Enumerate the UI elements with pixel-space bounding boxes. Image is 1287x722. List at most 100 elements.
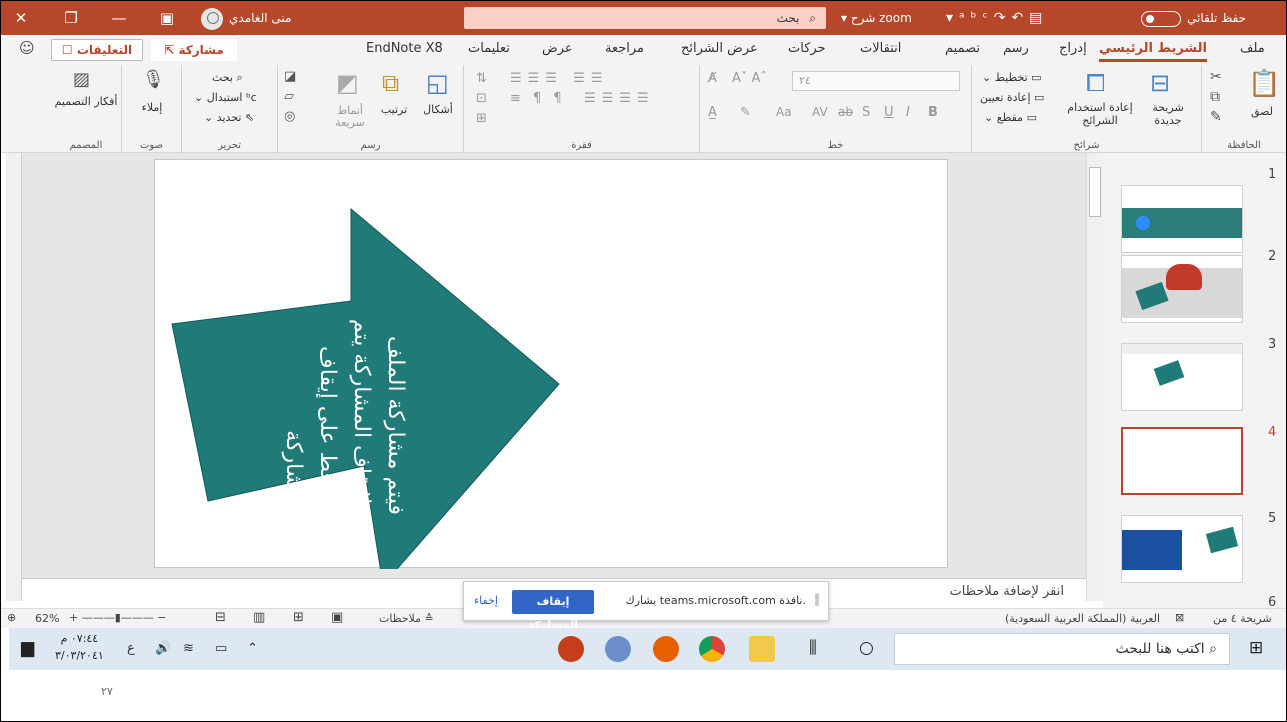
ribbon-display-icon[interactable]: ▣ xyxy=(149,1,185,35)
shapes-label[interactable]: أشكال xyxy=(416,103,460,116)
customize-qat-icon[interactable]: ▾ xyxy=(946,10,959,26)
quick-styles-icon[interactable]: ◩ xyxy=(336,69,359,97)
task-view-icon[interactable]: ⫼ xyxy=(809,638,817,658)
alignment-buttons[interactable]: ☰☰☰☰ xyxy=(584,91,655,106)
slide-sorter-icon[interactable]: ⊞ xyxy=(293,610,304,625)
spacing-button[interactable]: AV xyxy=(812,105,828,119)
reuse-slides-label[interactable]: إعادة استخدام الشرائح xyxy=(1064,101,1136,127)
save-icon[interactable]: ▤ xyxy=(1029,10,1048,26)
notification-icon[interactable]: ▆ xyxy=(21,638,34,658)
fit-slide-icon[interactable]: ⊕ xyxy=(7,611,16,624)
input-language[interactable]: ع xyxy=(127,641,135,656)
clear-format-icon[interactable]: A̸ xyxy=(708,71,717,86)
feedback-smiley-icon[interactable]: ☺ xyxy=(19,39,35,57)
highlight-icon[interactable]: ✎ xyxy=(740,105,751,120)
design-ideas-label[interactable]: أفكار التصميم xyxy=(51,95,121,108)
tab-view[interactable]: عرض xyxy=(542,41,573,56)
notes-button[interactable]: ملاحظات ≙ xyxy=(379,612,434,625)
copy-icon[interactable]: ⧉ xyxy=(1210,89,1220,105)
layout-button[interactable]: ⌄ تخطيط ▭ xyxy=(982,71,1042,84)
restore-icon[interactable]: ❐ xyxy=(53,1,89,35)
wifi-icon[interactable]: ≋ xyxy=(183,641,194,656)
tab-slideshow[interactable]: عرض الشرائح xyxy=(681,41,758,56)
italic-button[interactable]: I xyxy=(906,105,910,120)
accessibility-icon[interactable]: ⊠ xyxy=(1175,611,1184,624)
shapes-icon[interactable]: ◱ xyxy=(426,69,449,97)
text-direction-icon[interactable]: ⇅ xyxy=(476,71,487,86)
firefox-icon[interactable] xyxy=(653,636,679,662)
hide-button[interactable]: إخفاء xyxy=(474,594,498,607)
reading-view-icon[interactable]: ▥ xyxy=(253,610,265,625)
document-title[interactable]: ▾ شرح zoom xyxy=(841,1,912,35)
autosave[interactable]: حفظ تلقائي xyxy=(1141,1,1246,35)
windows-start-icon[interactable]: ⊞ xyxy=(1249,638,1263,658)
shape-effects-icon[interactable]: ◎ xyxy=(284,109,295,124)
reset-button[interactable]: إعادة تعيين ▭ xyxy=(980,91,1044,104)
drag-handle-icon[interactable]: ‖ xyxy=(814,592,820,606)
direction-buttons[interactable]: ≡ ¶ ¶ xyxy=(510,91,566,106)
clock[interactable]: ٠٧:٤٤ م ٣/٠٣/٢٠٤١ xyxy=(55,630,104,664)
font-size-box[interactable]: ٢٤ xyxy=(792,71,960,91)
battery-icon[interactable]: ▭ xyxy=(215,641,227,656)
tab-help[interactable]: تعليمات xyxy=(468,41,510,56)
dictate-label[interactable]: إملاء xyxy=(122,101,182,114)
case-button[interactable]: Aa xyxy=(776,105,792,119)
slide-scrollbar[interactable] xyxy=(1086,153,1103,601)
design-ideas-icon[interactable]: ▨ xyxy=(73,69,90,90)
chrome-icon[interactable] xyxy=(699,636,725,662)
autosave-toggle[interactable] xyxy=(1141,10,1181,27)
powerpoint-icon[interactable] xyxy=(558,636,584,662)
paste-icon[interactable]: 📋 xyxy=(1248,69,1280,99)
share-button[interactable]: ⇱ مشاركة xyxy=(151,39,237,61)
user-account[interactable]: منى الغامدي xyxy=(201,6,291,30)
format-painter-icon[interactable]: ✎ xyxy=(1210,109,1222,125)
select-button[interactable]: ⌄ تحديد ⇖ xyxy=(204,111,254,124)
find-button[interactable]: بحث ⌕ xyxy=(212,71,243,85)
arrange-label[interactable]: ترتيب xyxy=(374,103,414,116)
bold-button[interactable]: B xyxy=(928,105,938,120)
reuse-slides-icon[interactable]: ⧠ xyxy=(1086,69,1105,97)
thumbnail-2[interactable] xyxy=(1121,255,1243,323)
shape-outline-icon[interactable]: ▱ xyxy=(284,89,294,104)
tab-insert[interactable]: إدراج xyxy=(1059,41,1087,56)
tab-transitions[interactable]: انتقالات xyxy=(860,41,901,56)
arrange-icon[interactable]: ⧉ xyxy=(382,69,399,97)
tab-endnote[interactable]: EndNote X8 xyxy=(366,41,443,56)
font-size-buttons[interactable]: Aˇ Aˆ xyxy=(732,71,767,86)
new-slide-icon[interactable]: ⊟ xyxy=(1150,69,1170,97)
replace-button[interactable]: ⌄ استبدال ᵇc xyxy=(194,91,257,104)
quick-styles-label[interactable]: أنماط سريعة xyxy=(324,105,376,129)
tab-file[interactable]: ملف xyxy=(1240,41,1265,56)
paste-label[interactable]: لصق xyxy=(1242,105,1282,118)
search-box[interactable]: بحث ⌕ xyxy=(464,7,826,29)
left-scrollbar[interactable] xyxy=(6,153,22,601)
normal-view-icon[interactable]: ▣ xyxy=(331,610,343,625)
close-icon[interactable]: ✕ xyxy=(3,1,39,35)
thumbnail-4[interactable] xyxy=(1121,427,1243,495)
tab-draw[interactable]: رسم xyxy=(1003,41,1029,56)
minimize-icon[interactable]: — xyxy=(101,1,137,35)
spelling-icon[interactable]: ᵃᵇᶜ xyxy=(959,10,994,26)
stop-sharing-button[interactable]: إيقاف المشاركة xyxy=(512,590,594,632)
undo-icon[interactable]: ↶ xyxy=(1011,10,1029,26)
cortana-icon[interactable]: ○ xyxy=(859,638,874,658)
list-buttons[interactable]: ☰☰☰ ☰☰ xyxy=(510,71,608,86)
redo-icon[interactable]: ↷ xyxy=(994,10,1012,26)
taskbar-search[interactable]: اكتب هنا للبحث ⌕ xyxy=(894,633,1230,665)
volume-icon[interactable]: 🔊 xyxy=(155,641,171,656)
tab-review[interactable]: مراجعة xyxy=(605,41,644,56)
cut-icon[interactable]: ✂ xyxy=(1210,69,1222,85)
comments-button[interactable]: ☐ التعليقات xyxy=(51,39,143,61)
scroll-thumb[interactable] xyxy=(1089,167,1101,217)
presenter-view-icon[interactable]: ⊟ xyxy=(215,610,226,625)
zoom-slider[interactable]: + ———▮——— − xyxy=(69,611,166,624)
tab-design[interactable]: تصميم xyxy=(945,41,980,56)
section-button[interactable]: ⌄ مقطع ▭ xyxy=(984,111,1037,124)
microphone-icon[interactable]: 🎙 xyxy=(142,69,165,90)
app-icon[interactable] xyxy=(605,636,631,662)
tab-home[interactable]: الشريط الرئيسي xyxy=(1099,41,1207,62)
underline-button[interactable]: U xyxy=(884,105,894,120)
align-text-icon[interactable]: ⊡ xyxy=(476,91,487,106)
tray-chevron-icon[interactable]: ⌃ xyxy=(247,641,258,656)
file-explorer-icon[interactable] xyxy=(749,636,775,662)
